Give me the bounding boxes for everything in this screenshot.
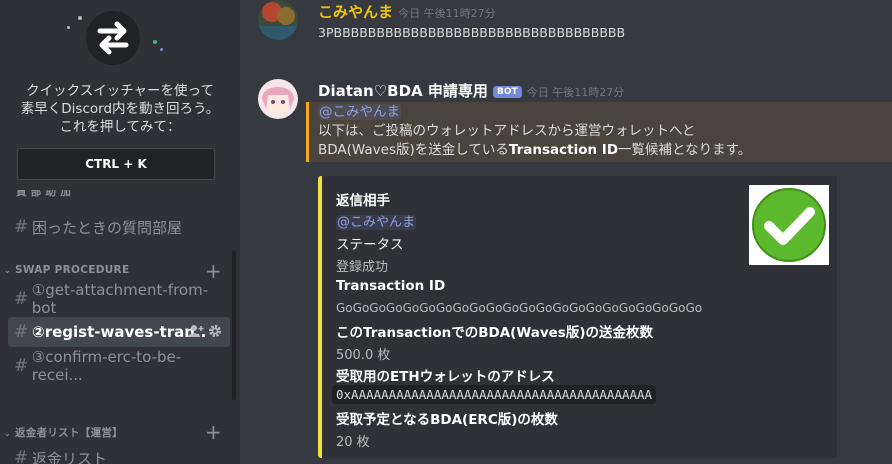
add-channel-icon[interactable]: + (205, 420, 222, 444)
channel-sidebar: クイックスイッチャーを使って 素早くDiscord内を動き回ろう。 これを押して… (0, 0, 240, 464)
message-text: 3PBBBBBBBBBBBBBBBBBBBBBBBBBBBBBBBBBB (318, 25, 626, 40)
embed-field-value: 500.0 枚 (336, 348, 391, 363)
user-mention[interactable]: @こみやんま (318, 104, 401, 120)
gear-icon[interactable] (208, 324, 222, 342)
channel-item-regist-waves[interactable]: # ②regist-waves-tran.. (8, 317, 230, 347)
embed-field-value: 20 枚 (336, 435, 370, 450)
embed-field-name: このTransactionでのBDA(Waves版)の送金枚数 (336, 325, 654, 341)
success-check-thumbnail[interactable] (749, 185, 829, 265)
category-label: 返金者リスト【運営】 (14, 427, 123, 439)
message-content: @こみやんま 以下は、ご投稿のウォレットアドレスから運営ウォレットへと BDA(… (318, 103, 888, 160)
message-bold-text: Transaction ID (508, 142, 619, 158)
message-text: BDA(Waves版)を送金している (318, 142, 509, 158)
channel-label: ①get-attachment-from-bot (31, 281, 209, 317)
embed-field-name: 返信相手 (336, 193, 390, 209)
channel-item-help[interactable]: # 困ったときの質問部屋 (8, 212, 230, 242)
message-text: 一覧候補となります。 (618, 142, 752, 158)
sparkle-icon (67, 26, 70, 29)
channel-item-get-attachment[interactable]: # ①get-attachment-from-bot (8, 281, 230, 317)
quick-switcher-shortcut-button[interactable]: CTRL + K (17, 148, 215, 180)
category-refund-list[interactable]: ⌄ 返金者リスト【運営】 (4, 425, 123, 440)
channel-item-confirm-erc[interactable]: # ③confirm-erc-to-be-recei... (8, 348, 230, 384)
message-line: 以下は、ご投稿のウォレットアドレスから運営ウォレットへと (318, 123, 696, 139)
embed-field-name: 受取用のETHウォレットのアドレス (336, 369, 555, 385)
bot-badge: BOT (492, 86, 522, 98)
embed-field-name: ステータス (336, 237, 404, 253)
embed-field-value: GoGoGoGoGoGoGoGoGoGoGoGoGoGoGoGoGoGoGoGo… (336, 301, 703, 315)
embed-field-value: 登録成功 (336, 260, 389, 275)
bot-avatar[interactable] (258, 79, 298, 119)
eth-address-code: 0xAAAAAAAAAAAAAAAAAAAAAAAAAAAAAAAAAAAAAA… (332, 385, 657, 404)
sparkle-icon (160, 48, 163, 51)
channel-item-refund-list[interactable]: # 返金リスト (8, 443, 230, 464)
hash-icon: # (14, 289, 29, 309)
chevron-down-icon: ⌄ (4, 266, 12, 275)
quick-switcher-hint: クイックスイッチャーを使って 素早くDiscord内を動き回ろう。 これを押して… (20, 83, 220, 135)
message-header: Diatan♡BDA 申請専用 BOT 今日 午後11時27分 (318, 80, 624, 101)
author-name[interactable]: こみやんま (318, 3, 393, 21)
hash-icon: # (14, 322, 29, 342)
timestamp: 今日 午後11時27分 (398, 7, 496, 20)
hash-icon: # (14, 356, 29, 376)
hash-icon: # (14, 217, 29, 237)
category-swap-procedure[interactable]: ⌄ SWAP PROCEDURE (4, 264, 129, 276)
avatar[interactable] (258, 0, 298, 40)
swap-arrows-icon (86, 11, 140, 65)
embed-field-value: @こみやんま (336, 211, 417, 230)
locked-hash-icon: # (14, 448, 29, 464)
sidebar-scrollbar[interactable] (232, 250, 236, 400)
message-line: BDA(Waves版)を送金しているTransaction ID一覧候補となりま… (318, 141, 888, 160)
category-label-partial[interactable]: 買 部 助 加 (16, 190, 71, 200)
sparkle-icon (78, 16, 82, 20)
channel-label: ②regist-waves-tran.. (32, 323, 207, 341)
invite-member-icon[interactable] (188, 324, 204, 342)
embed-field-name: 受取予定となるBDA(ERC版)の枚数 (336, 412, 558, 428)
bot-embed: 返信相手 @こみやんま ステータス 登録成功 Transaction ID Go… (318, 176, 837, 458)
channel-label: 返金リスト (32, 449, 108, 464)
sparkle-icon (153, 40, 157, 44)
channel-label: ③confirm-erc-to-be-recei... (31, 348, 182, 384)
chevron-down-icon: ⌄ (4, 429, 12, 438)
embed-field-name: Transaction ID (336, 278, 446, 294)
category-label: SWAP PROCEDURE (14, 264, 130, 276)
author-name[interactable]: Diatan♡BDA 申請専用 (318, 82, 488, 100)
user-mention[interactable]: @こみやんま (336, 215, 417, 230)
add-channel-icon[interactable]: + (205, 259, 222, 283)
channel-label: 困ったときの質問部屋 (32, 218, 183, 237)
timestamp: 今日 午後11時27分 (526, 86, 625, 99)
message-header: こみやんま 今日 午後11時27分 (318, 1, 496, 22)
